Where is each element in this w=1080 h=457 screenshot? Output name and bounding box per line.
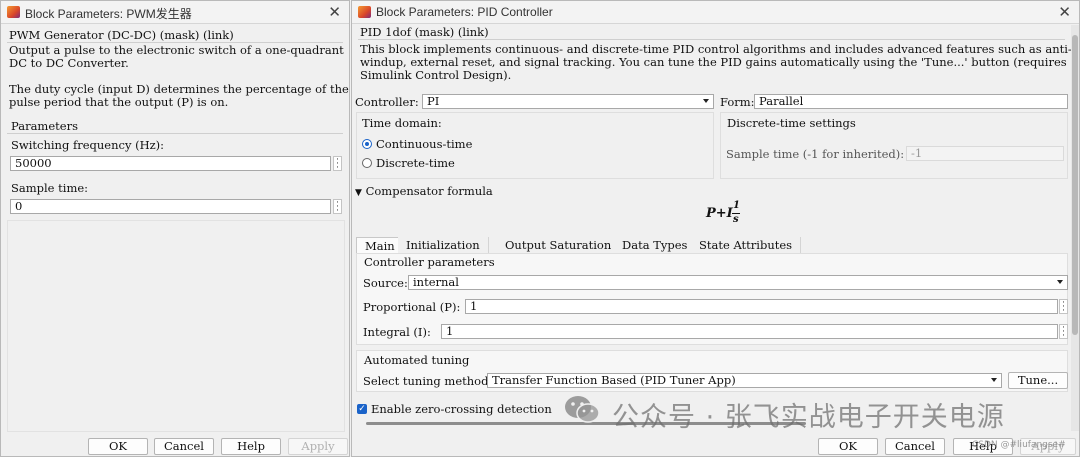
pid-description: This block implements continuous- and di…: [360, 42, 1072, 82]
more-options-icon[interactable]: · · ·: [333, 156, 342, 173]
switching-frequency-input[interactable]: 50000: [10, 156, 331, 171]
automated-tuning-label: Automated tuning: [364, 353, 470, 367]
integral-input[interactable]: 1: [441, 324, 1058, 339]
form-label: Form:: [720, 95, 755, 109]
divider: [358, 39, 1065, 40]
help-button[interactable]: Help: [221, 438, 281, 455]
pid-window-title: Block Parameters: PID Controller: [376, 5, 553, 19]
tuning-method-value: Transfer Function Based (PID Tuner App): [492, 373, 736, 387]
proportional-label: Proportional (P):: [363, 300, 461, 314]
controller-label: Controller:: [355, 95, 419, 109]
tuning-method-label: Select tuning method:: [363, 374, 493, 388]
zero-crossing-label: Enable zero-crossing detection: [371, 402, 552, 416]
more-options-icon[interactable]: · · ·: [333, 199, 342, 216]
form-field[interactable]: Parallel: [754, 94, 1068, 109]
continuous-time-label: Continuous-time: [376, 137, 473, 151]
divider: [7, 133, 343, 134]
time-domain-label: Time domain:: [362, 116, 442, 130]
watermark-text: 公众号 · 张飞实战电子开关电源: [612, 402, 1005, 433]
discrete-settings-label: Discrete-time settings: [727, 116, 856, 130]
switching-frequency-label: Switching frequency (Hz):: [11, 138, 165, 152]
discrete-sample-time-input[interactable]: -1: [906, 146, 1064, 161]
proportional-input[interactable]: 1: [465, 299, 1058, 314]
caret-down-icon: ▼: [355, 188, 362, 198]
controller-value: PI: [427, 94, 440, 108]
more-options-icon[interactable]: · · ·: [1059, 324, 1068, 341]
pid-dialog: Block Parameters: PID Controller ✕ PID 1…: [351, 0, 1080, 457]
pid-title-bar[interactable]: Block Parameters: PID Controller ✕: [352, 1, 1079, 24]
pwm-title-bar[interactable]: Block Parameters: PWM发生器 ✕: [1, 1, 349, 24]
sample-time-label: Sample time:: [11, 181, 89, 195]
vertical-scrollbar[interactable]: [1071, 25, 1079, 431]
pid-block-heading: PID 1dof (mask) (link): [360, 25, 489, 39]
tuning-method-dropdown[interactable]: Transfer Function Based (PID Tuner App): [487, 373, 1002, 388]
apply-button[interactable]: Apply: [288, 438, 348, 455]
wechat-icon: [565, 396, 600, 423]
tune-button[interactable]: Tune...: [1008, 372, 1068, 389]
pwm-dialog: Block Parameters: PWM发生器 ✕ PWM Generator…: [0, 0, 350, 457]
chevron-down-icon: [1057, 280, 1063, 284]
discrete-sample-time-label: Sample time (-1 for inherited):: [726, 147, 905, 161]
parameters-label: Parameters: [11, 119, 78, 133]
cancel-button[interactable]: Cancel: [154, 438, 214, 455]
controller-parameters-label: Controller parameters: [364, 255, 495, 269]
watermark-credit: CSDN @#liufangse#: [972, 440, 1066, 450]
more-options-icon[interactable]: · · ·: [1059, 299, 1068, 316]
controller-dropdown[interactable]: PI: [422, 94, 714, 109]
close-icon[interactable]: ✕: [328, 3, 341, 21]
zero-crossing-checkbox[interactable]: ✓: [357, 404, 367, 414]
formula-lhs: P+I: [706, 206, 733, 221]
tab-output-saturation[interactable]: Output Saturation: [497, 237, 621, 254]
compensator-label: Compensator formula: [365, 184, 493, 198]
pwm-description-1: Output a pulse to the electronic switch …: [9, 43, 344, 70]
pwm-block-heading: PWM Generator (DC-DC) (mask) (link): [9, 28, 234, 42]
ok-button[interactable]: OK: [818, 438, 878, 455]
parameters-panel: [7, 220, 345, 432]
source-value: internal: [413, 275, 459, 289]
pwm-window-title: Block Parameters: PWM发生器: [25, 7, 192, 21]
tab-data-types[interactable]: Data Types: [614, 237, 697, 254]
matlab-icon: [358, 6, 371, 18]
matlab-icon: [7, 6, 20, 18]
scrollbar-thumb[interactable]: [1072, 35, 1078, 335]
pwm-description-2: The duty cycle (input D) determines the …: [9, 82, 349, 109]
close-icon[interactable]: ✕: [1058, 3, 1071, 21]
integral-label: Integral (I):: [363, 325, 431, 339]
source-label: Source:: [363, 276, 408, 290]
sample-time-input[interactable]: 0: [10, 199, 331, 214]
ok-button[interactable]: OK: [88, 438, 148, 455]
tab-state-attributes[interactable]: State Attributes: [691, 237, 802, 254]
compensator-toggle[interactable]: ▼ Compensator formula: [355, 184, 493, 198]
tab-main[interactable]: Main: [356, 237, 404, 254]
discrete-time-radio[interactable]: [362, 158, 372, 168]
cancel-button[interactable]: Cancel: [885, 438, 945, 455]
formula-numerator: 1: [733, 200, 740, 211]
chevron-down-icon: [703, 99, 709, 103]
chevron-down-icon: [991, 378, 997, 382]
source-dropdown[interactable]: internal: [408, 275, 1068, 290]
tab-initialization[interactable]: Initialization: [398, 237, 489, 254]
formula-denominator: s: [733, 214, 739, 225]
discrete-time-label: Discrete-time: [376, 156, 455, 170]
continuous-time-radio[interactable]: [362, 139, 372, 149]
